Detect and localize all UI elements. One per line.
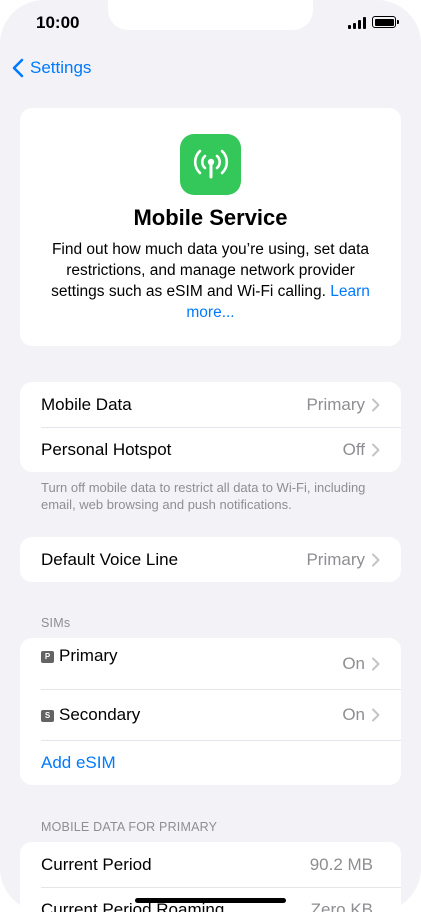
sim-label: Primary xyxy=(59,645,118,665)
home-indicator xyxy=(135,898,286,903)
add-esim-button[interactable]: Add eSIM xyxy=(41,753,116,773)
sim-badge: S xyxy=(41,709,54,722)
battery-icon xyxy=(372,16,399,28)
chevron-right-icon xyxy=(372,708,380,721)
antenna-radiowaves-icon xyxy=(180,134,241,195)
row-label: S Secondary xyxy=(41,705,342,725)
chevron-right-icon xyxy=(372,398,380,411)
row-value: 90.2 MB xyxy=(309,854,373,874)
settings-screen: 10:00 Settings Mobile Service Find out h… xyxy=(0,0,421,912)
sim-row-secondary[interactable]: S Secondary On xyxy=(20,689,401,740)
row-label: Current Period xyxy=(41,854,152,874)
sim-row-primary[interactable]: P Primary On xyxy=(20,638,401,689)
row-label: Personal Hotspot xyxy=(41,439,172,459)
sims-section-header: SIMs xyxy=(41,616,71,630)
row-value: Primary xyxy=(306,394,365,414)
chevron-right-icon xyxy=(372,553,380,566)
back-label: Settings xyxy=(30,58,92,77)
sim-badge: P xyxy=(41,650,54,663)
row-label: Mobile Data xyxy=(41,394,132,414)
service-description: Find out how much data you’re using, set… xyxy=(42,239,379,323)
notch xyxy=(108,0,313,30)
row-value: Primary xyxy=(306,549,365,569)
default-voice-line-row[interactable]: Default Voice Line Primary xyxy=(20,537,401,582)
description-text: Find out how much data you’re using, set… xyxy=(51,241,370,300)
sim-label: Secondary xyxy=(59,704,141,724)
mobile-data-group: Mobile Data Primary Personal Hotspot Off xyxy=(20,382,401,472)
back-button[interactable]: Settings xyxy=(12,56,91,80)
mobile-data-footer: Turn off mobile data to restrict all dat… xyxy=(41,480,366,512)
usage-section-header: MOBILE DATA FOR PRIMARY xyxy=(41,820,218,834)
cellular-signal-icon xyxy=(348,17,366,29)
row-label: Default Voice Line xyxy=(41,549,179,569)
voice-line-group: Default Voice Line Primary xyxy=(20,537,401,582)
mobile-data-row[interactable]: Mobile Data Primary xyxy=(20,382,401,427)
row-label: P Primary xyxy=(41,646,342,666)
status-bar: 10:00 xyxy=(0,0,421,46)
current-period-row: Current Period 90.2 MB xyxy=(20,842,401,887)
chevron-left-icon xyxy=(12,58,24,78)
page-title: Mobile Service xyxy=(133,205,288,230)
chevron-right-icon xyxy=(372,443,380,456)
status-time: 10:00 xyxy=(36,13,80,32)
mobile-service-card: Mobile Service Find out how much data yo… xyxy=(20,108,401,346)
row-value: Off xyxy=(342,439,365,459)
row-value: On xyxy=(342,704,365,724)
row-value: On xyxy=(342,653,365,673)
row-value: Zero KB xyxy=(310,899,373,912)
add-esim-row[interactable]: Add eSIM xyxy=(20,740,401,785)
sims-group: P Primary On S Secondary On Add eSIM xyxy=(20,638,401,785)
personal-hotspot-row[interactable]: Personal Hotspot Off xyxy=(20,427,401,472)
chevron-right-icon xyxy=(372,657,380,670)
